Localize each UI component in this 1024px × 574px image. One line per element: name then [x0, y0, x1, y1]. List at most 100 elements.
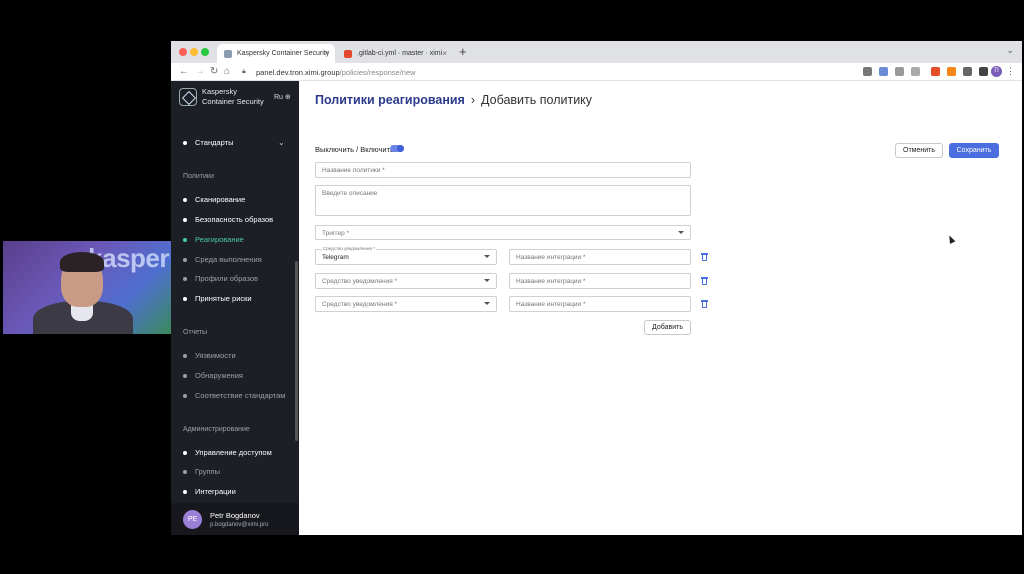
sidebar-item-groups[interactable]: Группы	[183, 467, 220, 476]
chevron-down-icon	[678, 231, 684, 234]
user-profile[interactable]: PE Petr Bogdanov p.bogdanov@ximi.pro	[171, 503, 299, 535]
trash-icon[interactable]	[701, 253, 708, 261]
notify-channel-select[interactable]: Средство уведомления *	[315, 273, 497, 289]
translate-icon[interactable]	[879, 67, 888, 76]
section-admin: Администрирование	[183, 426, 250, 433]
sidebar-item-scanning[interactable]: Сканирование	[183, 195, 245, 204]
sidebar-item-vulnerabilities[interactable]: Уязвимости	[183, 351, 236, 360]
home-icon[interactable]: ⌂	[224, 66, 230, 77]
description-input[interactable]	[322, 190, 684, 212]
mouse-cursor-icon	[946, 234, 956, 244]
star-icon[interactable]	[911, 67, 920, 76]
trigger-select[interactable]: Триггер *	[315, 225, 691, 240]
tab-title: Kaspersky Container Security	[237, 50, 330, 57]
trash-icon[interactable]	[701, 300, 708, 308]
bullet-icon	[183, 490, 187, 495]
webcam-overlay: kasper	[3, 241, 171, 334]
integration-name-input[interactable]	[516, 278, 684, 285]
breadcrumb: Политики реагирования › Добавить политику	[315, 93, 592, 107]
brand-name: Kaspersky Container Security	[202, 87, 264, 107]
sidebar-item-label: Стандарты	[195, 138, 234, 147]
sidebar-scrollbar[interactable]	[295, 261, 298, 441]
sidebar-item-label: Принятые риски	[195, 294, 252, 303]
forward-icon[interactable]: →	[195, 66, 205, 77]
sidebar-toggle-icon[interactable]	[979, 67, 988, 76]
integration-name-field[interactable]	[509, 296, 691, 312]
sidebar-item-integrations[interactable]: Интеграции	[183, 487, 236, 496]
integration-name-field[interactable]	[509, 273, 691, 289]
sidebar-item-image-security[interactable]: Безопасность образов	[183, 215, 273, 224]
sidebar-item-runtime[interactable]: Среда выполнения	[183, 255, 262, 264]
close-tab-icon[interactable]: ×	[442, 49, 447, 58]
bullet-icon	[183, 297, 187, 302]
tab-gitlab[interactable]: .gitlab-ci.yml · master · ximi ×	[337, 44, 453, 63]
bullet-icon	[183, 374, 187, 379]
lock-icon: 🔒︎	[242, 68, 246, 75]
notify-channel-select[interactable]: Средство уведомления *	[315, 296, 497, 312]
integration-name-input[interactable]	[516, 301, 684, 308]
integration-name-input[interactable]	[516, 254, 684, 261]
section-policies: Политики	[183, 173, 214, 180]
close-window-button[interactable]	[179, 48, 187, 56]
cancel-button[interactable]: Отменить	[895, 143, 943, 158]
breadcrumb-root-link[interactable]: Политики реагирования	[315, 93, 465, 107]
save-button[interactable]: Сохранить	[949, 143, 999, 158]
sidebar-item-compliance[interactable]: Соответствие стандартам	[183, 391, 285, 400]
sidebar-item-label: Уязвимости	[195, 351, 236, 360]
sidebar-item-image-profiles[interactable]: Профили образов	[183, 274, 258, 283]
sidebar-item-label: Профили образов	[195, 274, 258, 283]
description-field[interactable]	[315, 185, 691, 216]
menu-icon[interactable]: ⋮	[1006, 66, 1015, 77]
integration-name-field[interactable]	[509, 249, 691, 265]
profile-avatar[interactable]: П	[991, 66, 1002, 77]
tab-title: .gitlab-ci.yml · master · ximi	[357, 50, 443, 57]
url-input[interactable]: 🔒︎ panel.dev.tron.ximi.group/policies/re…	[236, 65, 856, 79]
gitlab-favicon-icon	[344, 50, 352, 58]
sidebar-item-standards[interactable]: Стандарты	[183, 138, 233, 147]
kaspersky-favicon-icon	[224, 50, 232, 58]
puzzle-icon[interactable]	[963, 67, 972, 76]
back-icon[interactable]: ←	[179, 66, 189, 77]
brand-line1: Kaspersky	[202, 87, 238, 96]
extension-icon[interactable]	[931, 67, 940, 76]
presenter-hair	[60, 252, 104, 272]
tab-kaspersky[interactable]: Kaspersky Container Security ×	[217, 44, 335, 63]
notify-channel-select[interactable]: Средство уведомления * Telegram	[315, 246, 497, 265]
sidebar-item-response[interactable]: Реагирование	[183, 235, 244, 244]
close-tab-icon[interactable]: ×	[324, 49, 329, 58]
metamask-icon[interactable]	[947, 67, 956, 76]
sidebar-item-accepted-risks[interactable]: Принятые риски	[183, 294, 252, 303]
kaspersky-logo-icon[interactable]	[179, 88, 197, 106]
tab-search-icon[interactable]: ⌄	[1006, 45, 1014, 56]
sidebar-item-detections[interactable]: Обнаружения	[183, 371, 243, 380]
enable-toggle[interactable]	[390, 145, 404, 152]
share-icon[interactable]	[895, 67, 904, 76]
main-content: Политики реагирования › Добавить политику …	[299, 81, 1022, 535]
bullet-icon	[183, 238, 187, 243]
brand-line2: Container Security	[202, 97, 264, 106]
chevron-down-icon[interactable]: ⌄	[278, 138, 285, 147]
key-icon[interactable]	[863, 67, 872, 76]
url-path: /policies/response/new	[339, 68, 416, 77]
notify-channel-placeholder: Средство уведомления *	[322, 278, 398, 285]
bullet-icon	[183, 394, 187, 399]
sidebar-item-label: Интеграции	[195, 487, 236, 496]
page-title: Добавить политику	[481, 93, 593, 107]
reload-icon[interactable]: ↻	[210, 66, 218, 77]
bullet-icon	[183, 141, 187, 146]
minimize-window-button[interactable]	[190, 48, 198, 56]
policy-name-input[interactable]	[322, 167, 684, 174]
trash-icon[interactable]	[701, 277, 708, 285]
language-switcher[interactable]: Ru ⊕	[274, 93, 291, 101]
policy-name-field[interactable]	[315, 162, 691, 178]
bullet-icon	[183, 451, 187, 456]
user-email: p.bogdanov@ximi.pro	[210, 522, 269, 528]
add-button[interactable]: Добавить	[644, 320, 691, 335]
maximize-window-button[interactable]	[201, 48, 209, 56]
new-tab-button[interactable]: +	[459, 44, 467, 59]
sidebar-item-access-control[interactable]: Управление доступом	[183, 448, 272, 457]
notify-channel-label: Средство уведомления *	[322, 246, 376, 251]
app: Kaspersky Container Security Ru ⊕ Станда…	[171, 81, 1022, 535]
bullet-icon	[183, 470, 187, 475]
sidebar-item-label: Обнаружения	[195, 371, 243, 380]
